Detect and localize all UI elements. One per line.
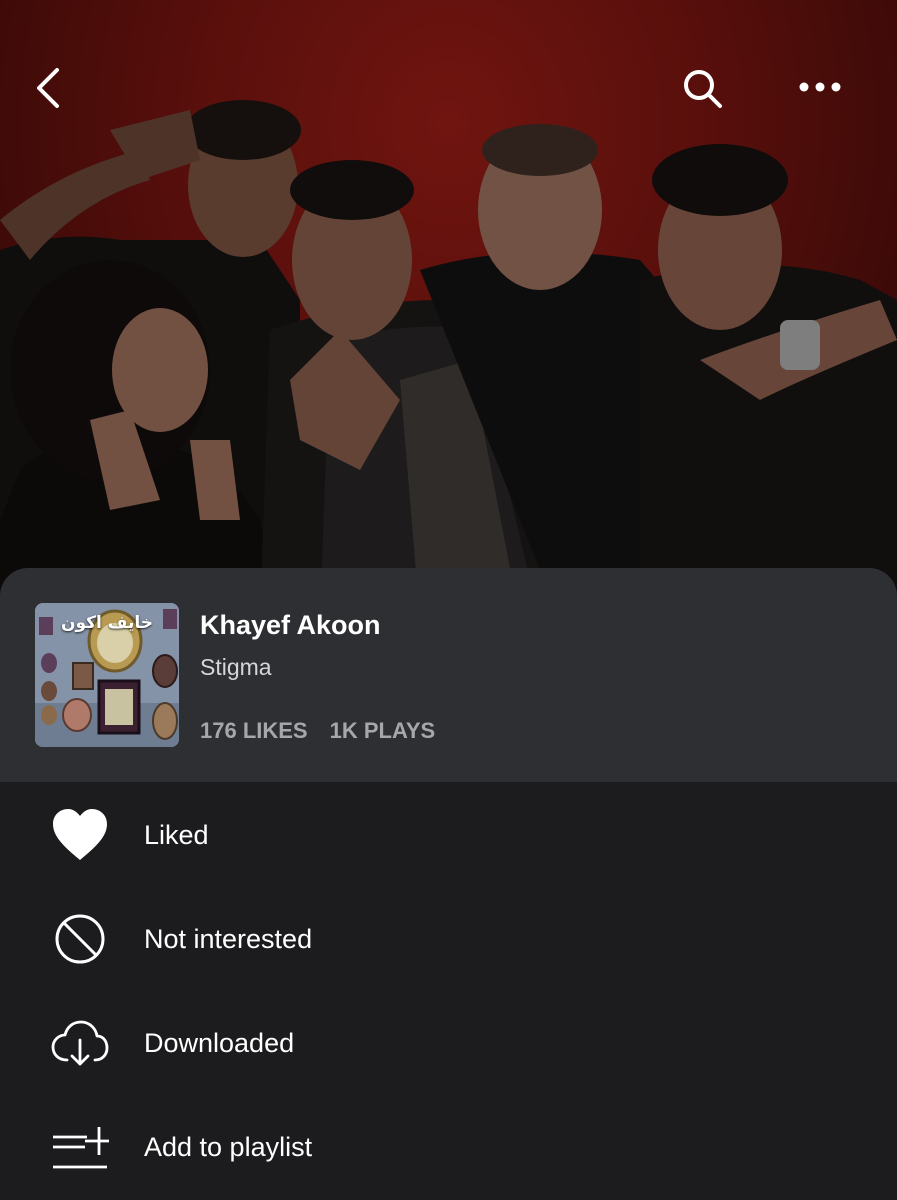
track-card: خايف اكون Khayef Akoon Stigma 176 LIKES … [0, 568, 897, 782]
cloud-download-icon [50, 1013, 110, 1073]
track-artist[interactable]: Stigma [200, 654, 272, 681]
more-horizontal-icon [799, 82, 841, 92]
menu-item-label: Not interested [144, 923, 313, 954]
menu-item-label: Add to playlist [144, 1131, 313, 1162]
add-to-playlist-icon [50, 1117, 110, 1177]
menu-item-label: Downloaded [144, 1027, 295, 1058]
track-stats: 176 LIKES 1K PLAYS [200, 718, 435, 744]
menu-item-downloaded[interactable]: Downloaded [0, 991, 897, 1095]
hero-photo [0, 0, 897, 620]
menu-item-label: Liked [144, 819, 209, 850]
search-icon [684, 70, 722, 108]
search-button[interactable] [672, 58, 732, 118]
plays-count: 1K PLAYS [329, 718, 436, 743]
likes-count: 176 LIKES [200, 718, 308, 743]
artwork-title-text: خايف اكون [60, 613, 154, 633]
menu-item-not-interested[interactable]: Not interested [0, 887, 897, 991]
block-icon [50, 909, 110, 969]
menu-item-add-to-playlist[interactable]: Add to playlist [0, 1095, 897, 1199]
track-title[interactable]: Khayef Akoon [200, 610, 381, 641]
hero-overlay [0, 0, 897, 620]
menu-item-liked[interactable]: Liked [0, 783, 897, 887]
more-options-button[interactable] [790, 62, 850, 112]
back-button[interactable] [22, 60, 74, 116]
action-menu: Liked Not interested Downloaded Add to p… [0, 782, 897, 1200]
track-artwork[interactable]: خايف اكون [35, 603, 179, 747]
chevron-left-icon [37, 68, 59, 108]
heart-filled-icon [50, 805, 110, 865]
